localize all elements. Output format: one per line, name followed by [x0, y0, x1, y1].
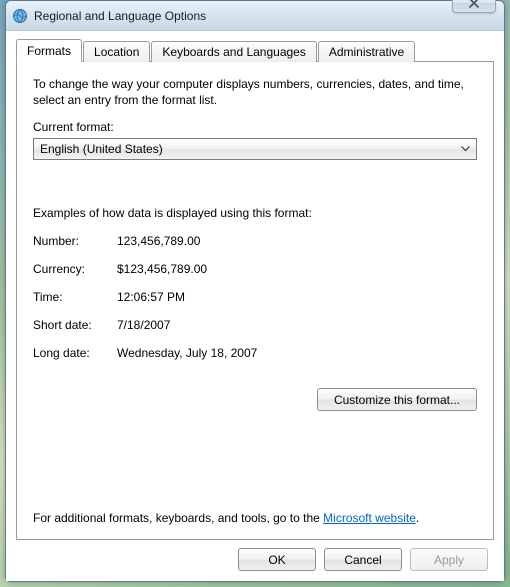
- time-value: 12:06:57 PM: [117, 290, 477, 304]
- globe-icon: [12, 8, 28, 24]
- dialog-window: Regional and Language Options Formats Lo…: [5, 0, 505, 582]
- time-label: Time:: [33, 290, 117, 304]
- chevron-down-icon: [457, 139, 474, 159]
- footer-prefix: For additional formats, keyboards, and t…: [33, 511, 323, 525]
- currency-value: $123,456,789.00: [117, 262, 477, 276]
- number-value: 123,456,789.00: [117, 234, 477, 248]
- current-format-combobox[interactable]: English (United States): [33, 138, 477, 160]
- tab-formats[interactable]: Formats: [16, 39, 82, 62]
- format-description: To change the way your computer displays…: [33, 76, 477, 108]
- customize-format-button[interactable]: Customize this format...: [317, 388, 477, 411]
- ok-button[interactable]: OK: [238, 548, 316, 571]
- tab-strip: Formats Location Keyboards and Languages…: [16, 39, 494, 61]
- close-button[interactable]: [452, 0, 496, 13]
- apply-button[interactable]: Apply: [410, 548, 488, 571]
- dialog-button-row: OK Cancel Apply: [16, 540, 494, 571]
- current-format-value: English (United States): [40, 142, 457, 156]
- cancel-button[interactable]: Cancel: [324, 548, 402, 571]
- close-icon: [468, 0, 480, 8]
- tab-administrative[interactable]: Administrative: [318, 41, 415, 62]
- footer-suffix: .: [416, 511, 419, 525]
- shortdate-value: 7/18/2007: [117, 318, 477, 332]
- example-row-number: Number: 123,456,789.00: [33, 234, 477, 248]
- example-row-longdate: Long date: Wednesday, July 18, 2007: [33, 346, 477, 360]
- shortdate-label: Short date:: [33, 318, 117, 332]
- number-label: Number:: [33, 234, 117, 248]
- example-row-shortdate: Short date: 7/18/2007: [33, 318, 477, 332]
- longdate-value: Wednesday, July 18, 2007: [117, 346, 477, 360]
- example-row-currency: Currency: $123,456,789.00: [33, 262, 477, 276]
- microsoft-website-link[interactable]: Microsoft website: [323, 511, 416, 525]
- tab-panel-formats: To change the way your computer displays…: [16, 61, 494, 540]
- footer-text: For additional formats, keyboards, and t…: [33, 491, 477, 525]
- example-row-time: Time: 12:06:57 PM: [33, 290, 477, 304]
- current-format-label: Current format:: [33, 120, 477, 134]
- tab-keyboards-languages[interactable]: Keyboards and Languages: [151, 41, 316, 62]
- tab-location[interactable]: Location: [83, 41, 150, 62]
- titlebar: Regional and Language Options: [6, 1, 504, 31]
- window-title: Regional and Language Options: [34, 9, 206, 23]
- currency-label: Currency:: [33, 262, 117, 276]
- client-area: Formats Location Keyboards and Languages…: [6, 31, 504, 581]
- examples-heading: Examples of how data is displayed using …: [33, 206, 477, 220]
- longdate-label: Long date:: [33, 346, 117, 360]
